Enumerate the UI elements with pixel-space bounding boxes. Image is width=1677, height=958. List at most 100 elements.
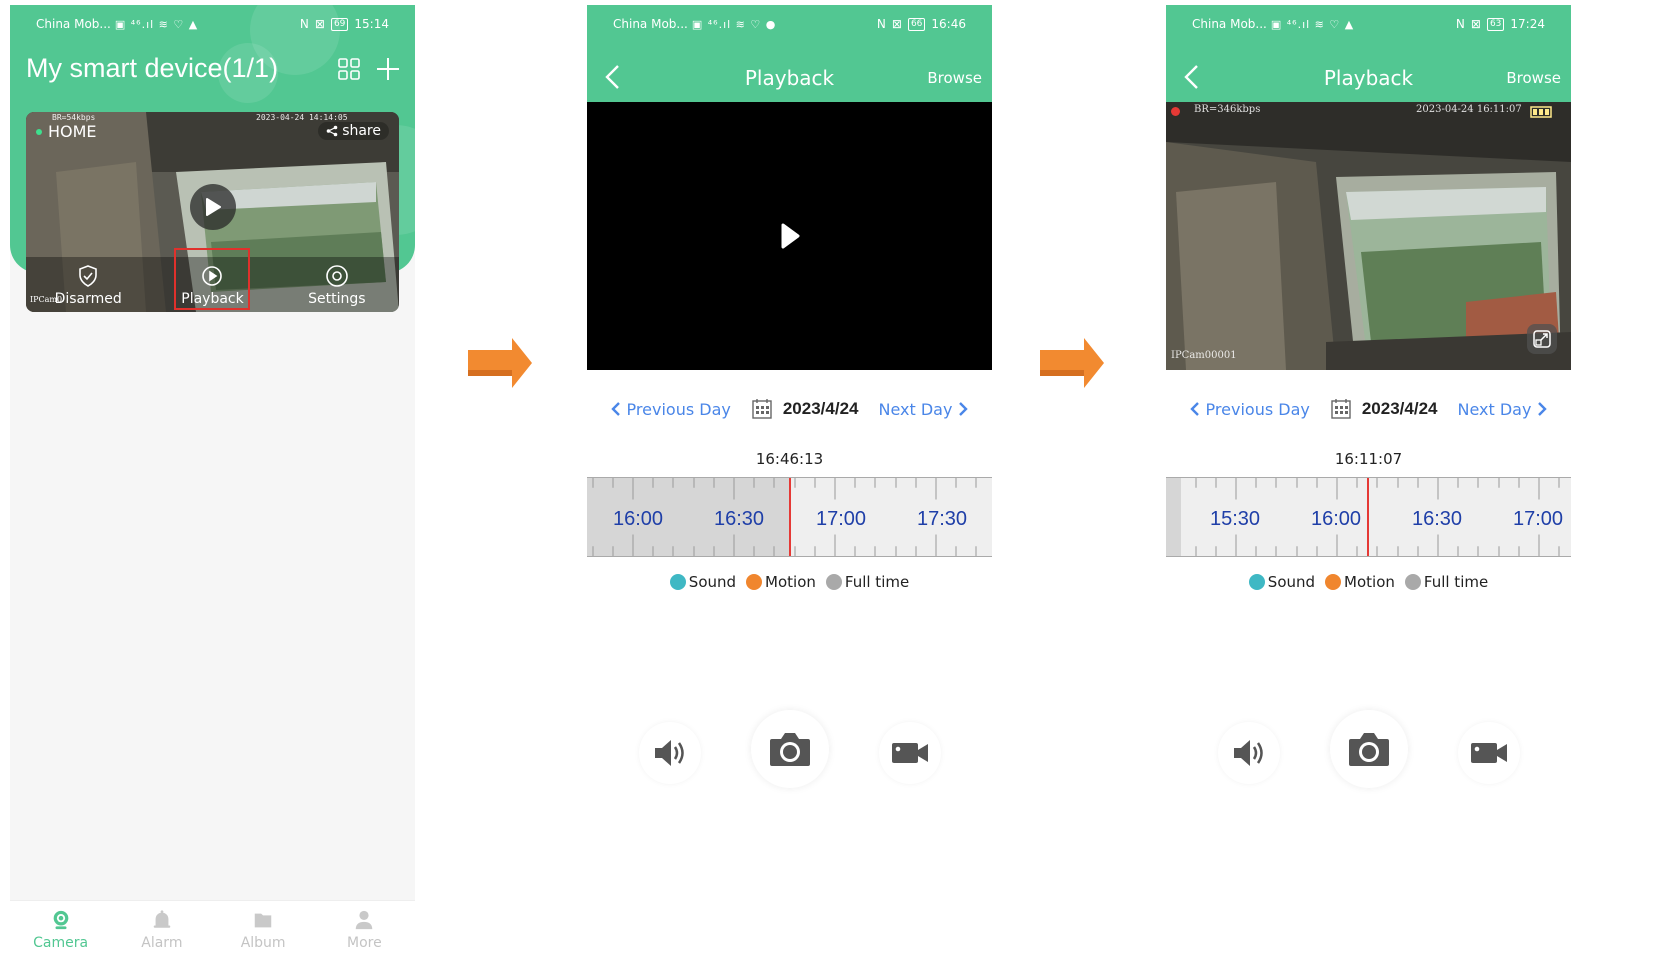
speaker-icon [655,740,684,766]
fulltime-dot [825,574,842,590]
timeline-label: 16:00 [613,508,664,530]
battery-icon: 66 [907,17,926,31]
legend-sound-label: Sound [1267,573,1316,591]
record-button[interactable] [879,722,941,784]
expand-icon [1533,330,1551,348]
tab-album[interactable]: Album [213,901,314,958]
next-day-button[interactable]: Next Day [878,399,969,419]
date-display[interactable]: 2023/4/24 [1362,399,1438,419]
timeline-legend: Sound Motion Full time [1166,573,1571,591]
play-button[interactable] [190,184,236,230]
status-bar: China Mob... ▣ ⁴⁶.ıl ≋ ♡ ▲ N ⊠ 69 15:14 [10,5,415,43]
chevron-right-icon [959,402,969,416]
tab-camera[interactable]: Camera [10,901,111,958]
device-name: HOME [36,122,97,141]
disarmed-button[interactable]: Disarmed [26,256,150,312]
carrier-label: China Mob... [36,17,111,31]
status-bar: China Mob... ▣ ⁴⁶.ıl ≋ ♡ ▲ N ⊠ 63 17:24 [1166,5,1571,43]
camera-footage [1166,102,1571,370]
playback-controls [587,710,992,790]
device-list-screen: China Mob... ▣ ⁴⁶.ıl ≋ ♡ ▲ N ⊠ 69 15:14 … [10,5,415,958]
signal-icons: ▣ ⁴⁶.ıl ≋ ♡ ▲ [1270,17,1355,31]
folder-icon [254,913,272,927]
timeline-label: 17:30 [917,508,968,530]
playback-highlight [174,248,250,310]
flow-arrow-2 [1040,338,1104,388]
user-icon [356,910,373,929]
share-button[interactable]: share [318,122,389,140]
sound-dot [669,574,686,590]
previous-day-button[interactable]: Previous Day [1189,400,1310,419]
flow-arrow-1 [468,338,532,388]
calendar-icon[interactable] [1330,398,1352,420]
clock: 15:14 [354,17,389,31]
playback-screen-loading: China Mob... ▣ ⁴⁶.ıl ≋ ♡ ● N ⊠ 66 16:46 … [587,5,992,958]
browse-button[interactable]: Browse [1506,69,1561,87]
signal-icons: ▣ ⁴⁶.ıl ≋ ♡ ● [691,17,777,31]
calendar-icon[interactable] [751,398,773,420]
grid-icon[interactable] [337,57,361,81]
legend-fulltime: Full time [825,573,909,591]
current-time: 16:46:13 [755,450,824,468]
share-label: share [342,123,381,139]
play-icon [206,198,221,216]
date-display[interactable]: 2023/4/24 [783,399,859,419]
next-day-label: Next Day [878,399,953,419]
bell-icon [153,909,171,928]
timeline-cursor[interactable] [1367,478,1369,556]
record-button[interactable] [1458,722,1520,784]
fullscreen-button[interactable] [1527,324,1557,354]
osd-datetime: 2023-04-24 14:14:05 [256,113,348,122]
legend-motion: Motion [746,573,816,591]
previous-day-button[interactable]: Previous Day [610,399,731,419]
tab-more[interactable]: More [314,901,415,958]
snapshot-button[interactable] [1330,710,1408,788]
playback-screen-playing: China Mob... ▣ ⁴⁶.ıl ≋ ♡ ▲ N ⊠ 63 17:24 … [1166,5,1571,958]
sound-button[interactable] [1218,722,1280,784]
bottom-tab-bar: Camera Alarm Album More [10,900,415,958]
legend-fulltime-label: Full time [1423,573,1489,591]
sound-button[interactable] [639,722,701,784]
online-dot [36,128,42,135]
legend-sound: Sound [1248,573,1316,591]
settings-icon [326,265,348,287]
nfc-icon: N [299,17,309,31]
tab-more-label: More [347,934,382,951]
shield-check-icon [79,265,97,287]
plus-icon[interactable] [376,57,400,81]
clock: 17:24 [1510,17,1545,31]
video-camera-icon [892,743,928,763]
battery-icon: 69 [330,17,349,31]
play-icon[interactable] [780,223,800,249]
next-day-button[interactable]: Next Day [1457,400,1548,419]
timeline-label: 17:00 [816,508,867,530]
motion-dot [1325,574,1342,590]
silent-icon: ⊠ [1470,17,1481,31]
clock: 16:46 [931,17,966,31]
timeline-legend: Sound Motion Full time [587,573,992,591]
timeline-cursor[interactable] [789,478,791,556]
timeline-label: 17:00 [1513,508,1564,530]
carrier-label: China Mob... [1192,17,1267,31]
settings-button[interactable]: Settings [275,256,399,312]
video-player[interactable]: BR=346kbps 2023-04-24 16:11:07 IPCam0000… [1166,102,1571,370]
fulltime-dot [1404,574,1421,590]
browse-button[interactable]: Browse [927,69,982,87]
recording-indicator [1171,107,1180,116]
snapshot-button[interactable] [751,710,829,788]
timeline-label: 15:30 [1210,508,1261,530]
disarmed-label: Disarmed [54,291,122,307]
motion-dot [746,574,763,590]
silent-icon: ⊠ [891,17,902,31]
previous-day-label: Previous Day [626,399,731,419]
osd-bitrate: BR=54kbps [52,113,96,122]
video-player[interactable] [587,102,992,370]
screenshot-canvas: China Mob... ▣ ⁴⁶.ıl ≋ ♡ ▲ N ⊠ 69 15:14 … [0,0,1677,958]
timeline-scrubber[interactable]: 16:00 16:30 17:00 17:30 [587,477,992,557]
osd-battery-icon [1530,106,1552,118]
tab-alarm[interactable]: Alarm [111,901,212,958]
status-bar: China Mob... ▣ ⁴⁶.ıl ≋ ♡ ● N ⊠ 66 16:46 [587,5,992,43]
timeline-scrubber[interactable]: 15:30 16:00 16:30 17:00 [1166,477,1571,557]
legend-sound: Sound [669,573,736,591]
day-navigator: Previous Day 2023/4/24 Next Day [587,396,992,422]
